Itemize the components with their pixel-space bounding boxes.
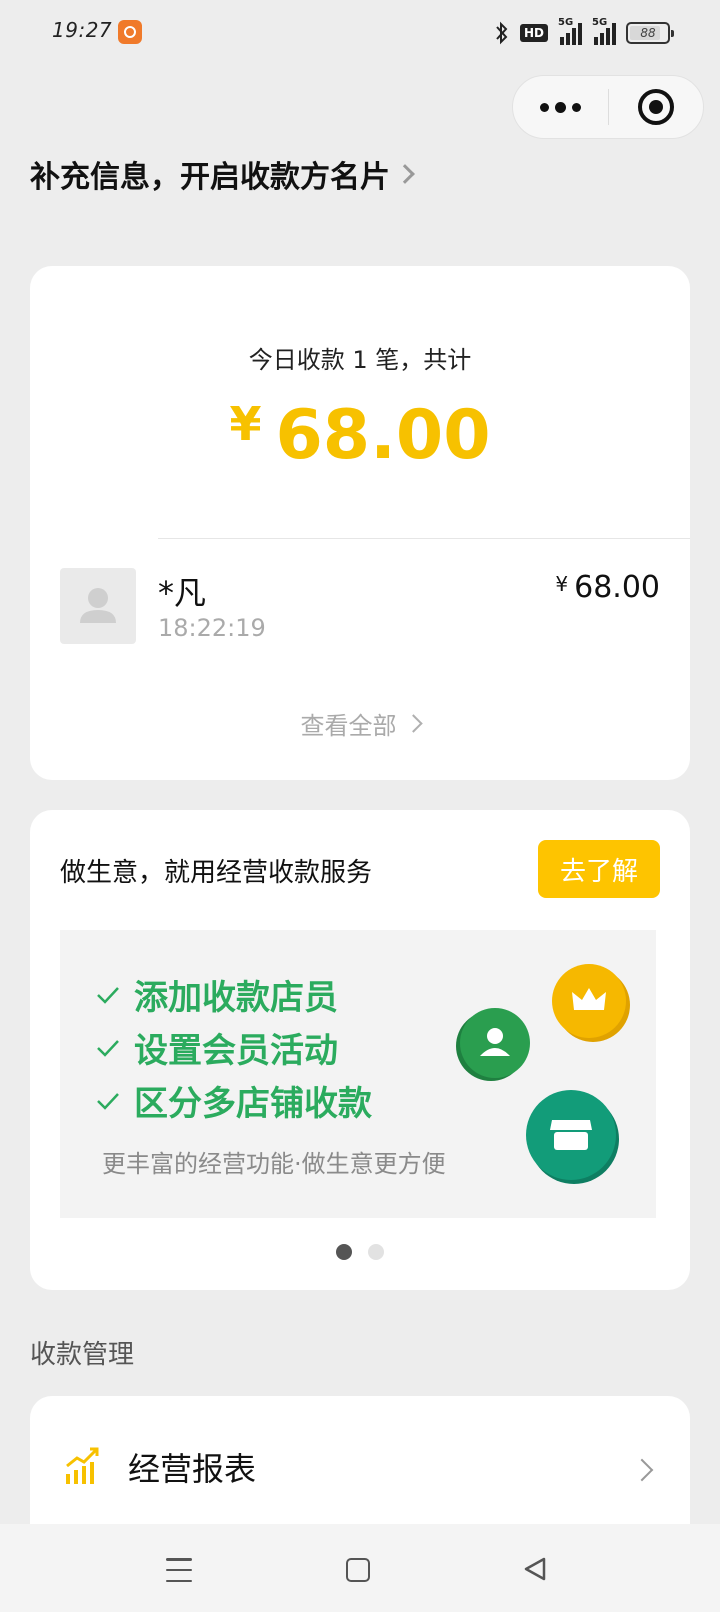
hd-badge: HD xyxy=(519,24,548,42)
signal-icon-2: 5G xyxy=(592,17,616,45)
total-amount-value: 68.00 xyxy=(275,396,491,475)
menu-icon[interactable] xyxy=(166,1558,192,1582)
staff-coin-icon xyxy=(460,1008,530,1078)
back-icon[interactable] xyxy=(520,1554,550,1584)
chevron-right-icon xyxy=(403,714,423,733)
feature-item: 设置会员活动 xyxy=(96,1023,338,1072)
crown-coin-icon xyxy=(552,964,626,1038)
app-notification-icon xyxy=(118,20,142,44)
view-all-link[interactable]: 查看全部 xyxy=(30,706,690,741)
learn-more-button[interactable]: 去了解 xyxy=(538,840,660,898)
battery-icon: 88 xyxy=(626,22,674,44)
divider xyxy=(158,538,690,539)
business-report-item[interactable]: 经营报表 xyxy=(128,1444,256,1490)
signal-icon: 5G xyxy=(558,17,582,45)
check-icon xyxy=(97,1039,119,1057)
check-icon xyxy=(97,986,119,1004)
currency-symbol: ¥ xyxy=(229,397,262,451)
transaction-amount: ¥68.00 xyxy=(555,570,660,605)
carousel-dot-active[interactable] xyxy=(336,1244,352,1260)
home-icon[interactable] xyxy=(346,1558,370,1582)
section-title: 收款管理 xyxy=(30,1340,135,1370)
status-time: 19:27 xyxy=(52,18,113,42)
chevron-right-icon xyxy=(630,1458,654,1482)
promo-subtitle: 更丰富的经营功能·做生意更方便 xyxy=(102,1150,446,1178)
battery-level: 88 xyxy=(640,26,656,40)
target-close-icon[interactable] xyxy=(608,75,703,139)
today-receipts-card: 今日收款 1 笔，共计 ¥68.00 *凡 18:22:19 ¥68.00 查看… xyxy=(30,266,690,780)
business-service-title: 做生意，就用经营收款服务 xyxy=(60,858,373,888)
default-avatar-icon xyxy=(80,588,116,623)
mini-program-capsule xyxy=(512,75,704,139)
check-icon xyxy=(97,1092,119,1110)
today-summary-label: 今日收款 1 笔，共计 xyxy=(248,346,472,374)
carousel-dot[interactable] xyxy=(368,1244,384,1260)
promo-banner[interactable]: 添加收款店员 设置会员活动 区分多店铺收款 更丰富的经营功能·做生意更方便 xyxy=(60,930,656,1218)
chevron-right-icon xyxy=(395,164,415,184)
payee-card-link[interactable]: 补充信息，开启收款方名片 xyxy=(30,152,415,196)
avatar xyxy=(60,568,136,644)
management-list: 经营报表 xyxy=(30,1396,690,1536)
status-indicators: HD 5G 5G 88 xyxy=(494,17,674,48)
status-bar: 19:27 HD 5G 5G 88 xyxy=(0,0,720,64)
carousel-indicator xyxy=(30,1244,690,1260)
transaction-time: 18:22:19 xyxy=(158,614,266,642)
business-service-card: 做生意，就用经营收款服务 去了解 添加收款店员 设置会员活动 区分多店铺收款 更… xyxy=(30,810,690,1290)
feature-item: 区分多店铺收款 xyxy=(96,1076,372,1125)
bluetooth-icon xyxy=(496,21,508,45)
payee-card-link-label: 补充信息，开启收款方名片 xyxy=(30,160,390,195)
today-total-amount: ¥68.00 xyxy=(30,396,690,475)
more-dots-icon[interactable] xyxy=(513,75,608,139)
feature-item: 添加收款店员 xyxy=(96,970,338,1019)
view-all-label: 查看全部 xyxy=(300,712,397,740)
system-nav-bar xyxy=(0,1524,720,1612)
payer-name: *凡 xyxy=(158,574,207,612)
store-coin-icon xyxy=(526,1090,616,1180)
bar-chart-trend-icon xyxy=(66,1447,99,1484)
